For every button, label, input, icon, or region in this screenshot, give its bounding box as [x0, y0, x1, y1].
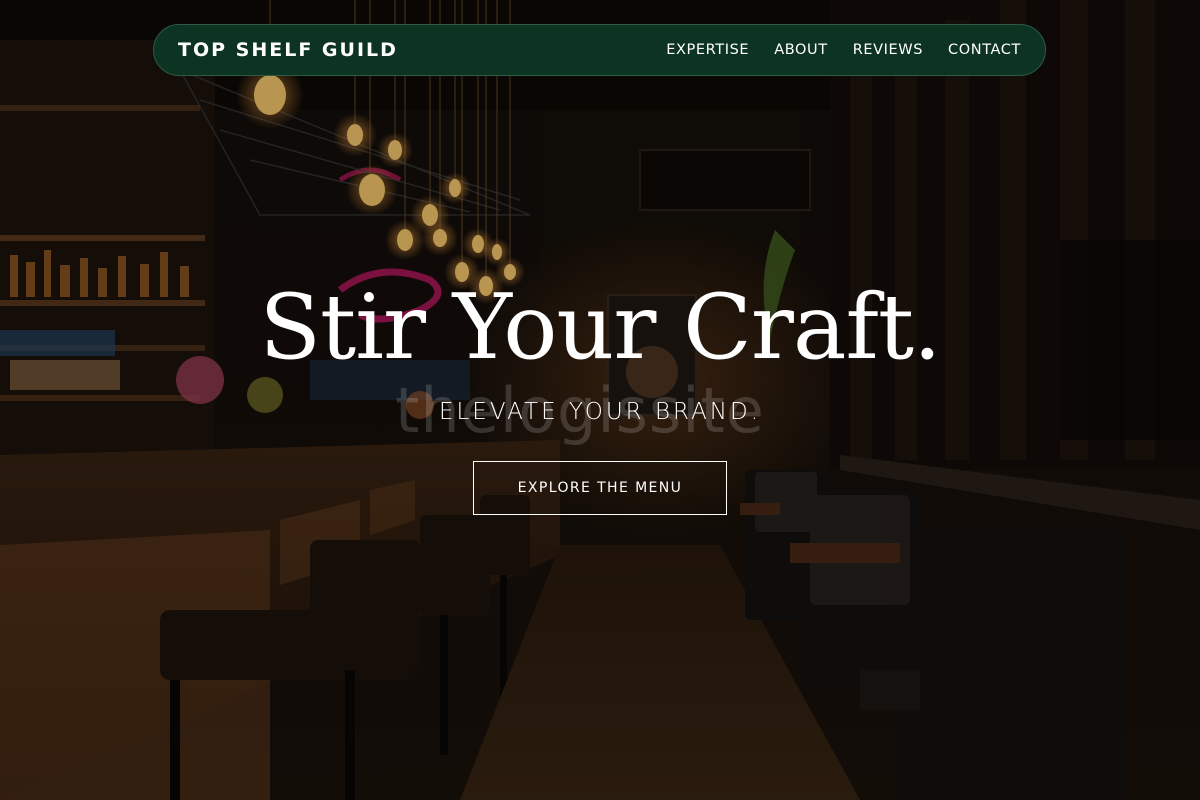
nav-links: EXPERTISE ABOUT REVIEWS CONTACT [666, 42, 1021, 58]
hero-section: TOP SHELF GUILD EXPERTISE ABOUT REVIEWS … [0, 0, 1200, 800]
nav-link-reviews[interactable]: REVIEWS [853, 42, 923, 58]
top-navigation-bar: TOP SHELF GUILD EXPERTISE ABOUT REVIEWS … [153, 24, 1046, 76]
hero-subheadline: ELEVATE YOUR BRAND. [438, 399, 762, 425]
hero-headline: Stir Your Craft. [259, 275, 941, 380]
nav-link-about[interactable]: ABOUT [774, 42, 828, 58]
brand-logo-text[interactable]: TOP SHELF GUILD [178, 39, 398, 61]
explore-menu-button[interactable]: EXPLORE THE MENU [473, 461, 727, 515]
nav-link-contact[interactable]: CONTACT [948, 42, 1021, 58]
nav-link-expertise[interactable]: EXPERTISE [666, 42, 749, 58]
